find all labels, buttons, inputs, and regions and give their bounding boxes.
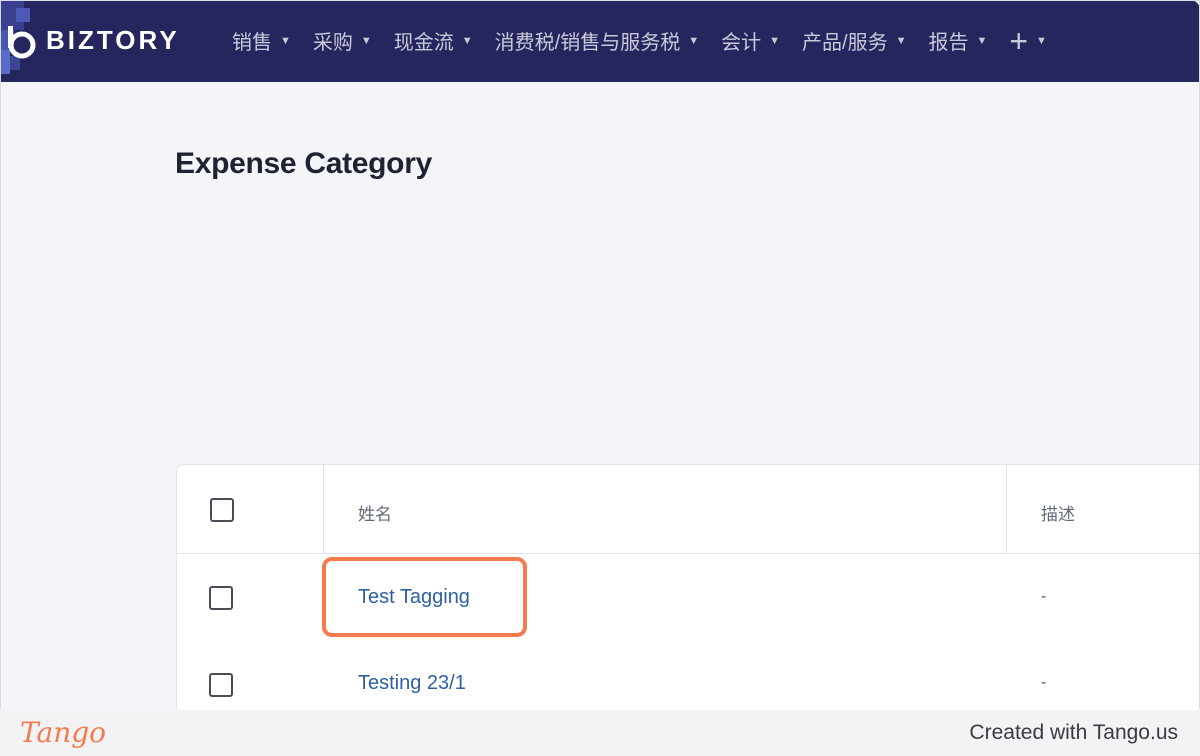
column-header-name[interactable]: 姓名 (358, 500, 392, 525)
caret-down-icon: ▼ (895, 34, 907, 47)
nav-item-label: 报告 (928, 32, 969, 54)
nav-item-label: 采购 (312, 32, 353, 54)
nav-item-reports[interactable]: 报告 ▼ (928, 26, 987, 55)
nav-item-label: 现金流 (393, 32, 454, 54)
caret-down-icon: ▼ (769, 34, 781, 47)
row-name-link[interactable]: Test Tagging (358, 586, 470, 609)
row-name-link[interactable]: Testing 23/1 (358, 672, 466, 695)
row-checkbox[interactable] (209, 586, 233, 610)
tango-logo[interactable]: Tango (20, 716, 106, 749)
nav-item-label: 产品/服务 (802, 32, 888, 54)
caret-down-icon: ▼ (688, 34, 700, 47)
nav-item-label: 会计 (721, 32, 762, 54)
caret-down-icon: ▼ (280, 34, 291, 47)
nav-item-sales[interactable]: 销售 ▼ (232, 26, 291, 55)
biztory-logo-icon (0, 0, 36, 74)
caret-down-icon: ▼ (976, 34, 988, 47)
column-header-description[interactable]: 描述 (1041, 500, 1075, 525)
row-description: - (1041, 674, 1047, 691)
caret-down-icon: ▼ (1036, 34, 1047, 47)
tango-footer: Tango Created with Tango.us (0, 710, 1200, 756)
nav-item-accounting[interactable]: 会计 ▼ (721, 26, 780, 55)
nav-item-label: 消费税/销售与服务税 (494, 32, 681, 54)
row-description: - (1041, 588, 1047, 605)
table-header-row: 姓名 描述 (177, 465, 1200, 554)
nav-item-tax[interactable]: 消费税/销售与服务税 ▼ (495, 26, 699, 55)
brand-name[interactable]: BIZTORY (46, 25, 180, 56)
top-navbar: BIZTORY 销售 ▼ 采购 ▼ 现金流 ▼ 消费税/销售与服务税 ▼ 会计 … (0, 0, 1200, 82)
page-title: Expense Category (175, 147, 432, 180)
created-with-text[interactable]: Created with Tango.us (969, 721, 1178, 745)
plus-icon: + (1009, 22, 1029, 59)
column-divider (323, 465, 324, 553)
nav-item-label: 销售 (232, 32, 272, 54)
select-all-checkbox[interactable] (210, 498, 234, 522)
column-divider (1006, 465, 1007, 553)
caret-down-icon: ▼ (360, 34, 372, 47)
nav-add-button[interactable]: + ▼ (1009, 22, 1047, 59)
nav-item-cashflow[interactable]: 现金流 ▼ (394, 26, 473, 55)
app-screen: BIZTORY 销售 ▼ 采购 ▼ 现金流 ▼ 消费税/销售与服务税 ▼ 会计 … (0, 0, 1200, 710)
caret-down-icon: ▼ (461, 34, 473, 47)
expense-category-table: 姓名 描述 Test Tagging - Testing 23/1 - (176, 464, 1200, 710)
nav-item-purchases[interactable]: 采购 ▼ (313, 26, 372, 55)
main-nav: 销售 ▼ 采购 ▼ 现金流 ▼ 消费税/销售与服务税 ▼ 会计 ▼ 产品/服务 … (232, 22, 1069, 59)
row-checkbox[interactable] (209, 673, 233, 697)
nav-item-products[interactable]: 产品/服务 ▼ (802, 26, 906, 55)
